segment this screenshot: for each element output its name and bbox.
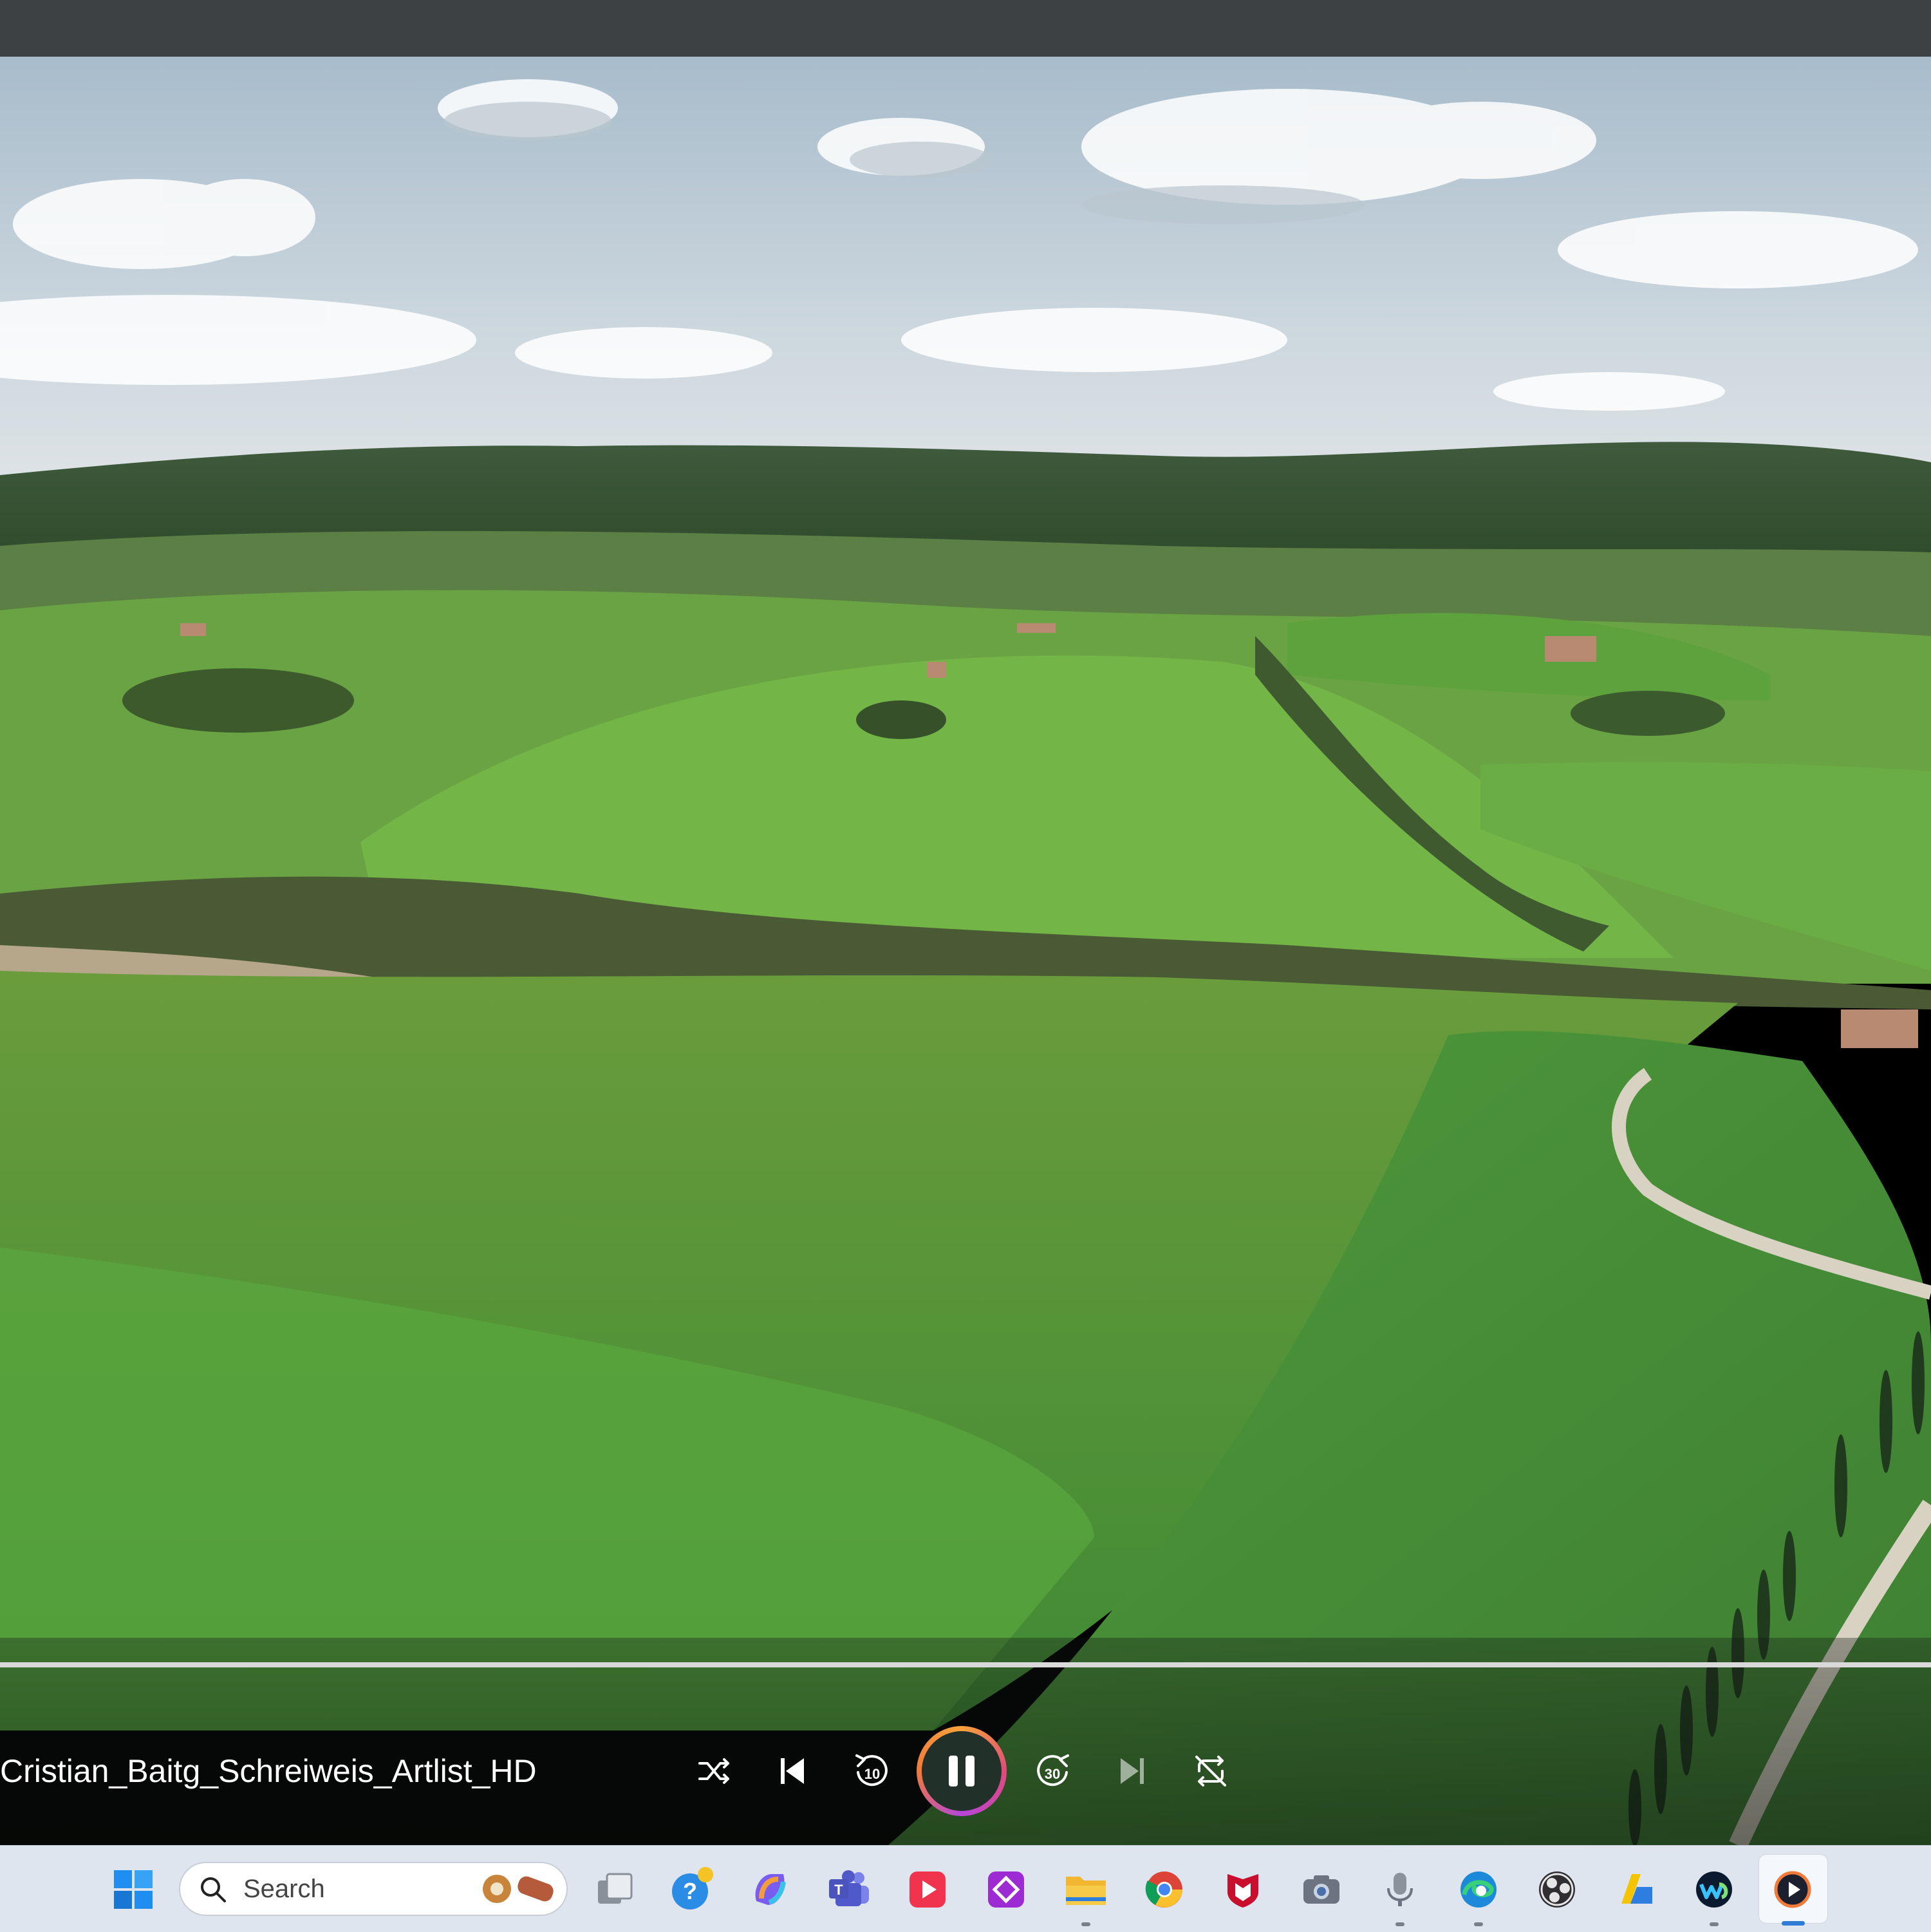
chrome-app[interactable] — [1142, 1867, 1187, 1912]
search-icon — [201, 1877, 226, 1902]
svg-text:T: T — [834, 1882, 843, 1898]
power-apps-app[interactable] — [984, 1867, 1029, 1912]
skip-previous-icon — [781, 1758, 804, 1784]
pause-icon — [949, 1756, 975, 1787]
power-apps-icon — [988, 1871, 1024, 1908]
repeat-off-icon — [1195, 1756, 1226, 1787]
folder-icon — [1066, 1877, 1106, 1905]
media-player-icon — [1774, 1871, 1811, 1908]
get-help-icon: ? — [672, 1867, 713, 1909]
rewind-button[interactable]: 10 — [842, 1742, 900, 1800]
mcafee-shield-icon — [1227, 1874, 1258, 1908]
windows-start-icon — [114, 1870, 153, 1909]
forward-button[interactable]: 30 — [1025, 1742, 1083, 1800]
mcafee-app[interactable] — [1220, 1867, 1265, 1912]
voice-recorder-app[interactable] — [1377, 1867, 1423, 1912]
skip-next-icon — [1121, 1758, 1144, 1784]
search-highlight-icon — [483, 1875, 554, 1903]
media-player-active-indicator — [1782, 1921, 1805, 1926]
media-app-red[interactable] — [905, 1867, 950, 1912]
video-frame[interactable] — [0, 57, 1931, 1845]
rewind-seconds-label: 10 — [864, 1766, 880, 1782]
edge-running-indicator — [1474, 1922, 1483, 1926]
file-explorer-app[interactable] — [1063, 1867, 1108, 1912]
chrome-icon — [1145, 1871, 1182, 1908]
copilot-app[interactable] — [748, 1867, 793, 1912]
camera-app[interactable] — [1299, 1867, 1344, 1912]
svg-text:?: ? — [683, 1878, 697, 1904]
previous-button[interactable] — [763, 1742, 821, 1800]
files-icon — [1621, 1874, 1652, 1904]
edge-app[interactable] — [1456, 1867, 1501, 1912]
forward-seconds-label: 30 — [1045, 1766, 1060, 1782]
get-help-app[interactable]: ? — [669, 1867, 714, 1912]
task-view-icon — [598, 1873, 633, 1904]
seek-bar[interactable] — [0, 1662, 1931, 1667]
teams-icon: T — [829, 1870, 869, 1906]
repeat-button[interactable] — [1182, 1742, 1240, 1800]
play-red-icon — [910, 1871, 946, 1908]
shuffle-icon — [698, 1758, 729, 1784]
obs-studio-app[interactable] — [1535, 1867, 1580, 1912]
copilot-icon — [755, 1874, 786, 1905]
taskbar-search-box[interactable]: Search — [179, 1862, 568, 1916]
pause-button[interactable] — [917, 1726, 1007, 1816]
window-title-bar — [0, 0, 1931, 57]
task-view-button[interactable] — [592, 1867, 637, 1912]
video-landscape-image — [0, 57, 1931, 1845]
webex-running-indicator — [1710, 1922, 1719, 1926]
forward-30-icon: 30 — [1037, 1754, 1069, 1787]
webex-icon — [1696, 1871, 1732, 1908]
obs-icon — [1539, 1871, 1575, 1908]
video-title: Cristian_Baitg_Schreiweis_Artlist_HD — [0, 1753, 537, 1789]
shuffle-button[interactable] — [685, 1742, 743, 1800]
webex-app[interactable] — [1692, 1867, 1737, 1912]
seek-bar-progress — [0, 1662, 1931, 1667]
rewind-10-icon: 10 — [855, 1754, 888, 1787]
start-button[interactable] — [111, 1867, 156, 1912]
camera-icon — [1303, 1875, 1339, 1904]
search-placeholder: Search — [243, 1875, 325, 1903]
files-app[interactable] — [1613, 1867, 1658, 1912]
file-explorer-running-indicator — [1081, 1922, 1090, 1926]
next-button[interactable] — [1103, 1742, 1161, 1800]
microphone-icon — [1387, 1873, 1413, 1906]
edge-icon — [1460, 1871, 1497, 1908]
media-player-app[interactable] — [1770, 1867, 1815, 1912]
teams-app[interactable]: T — [826, 1867, 872, 1912]
voice-recorder-running-indicator — [1395, 1922, 1404, 1926]
